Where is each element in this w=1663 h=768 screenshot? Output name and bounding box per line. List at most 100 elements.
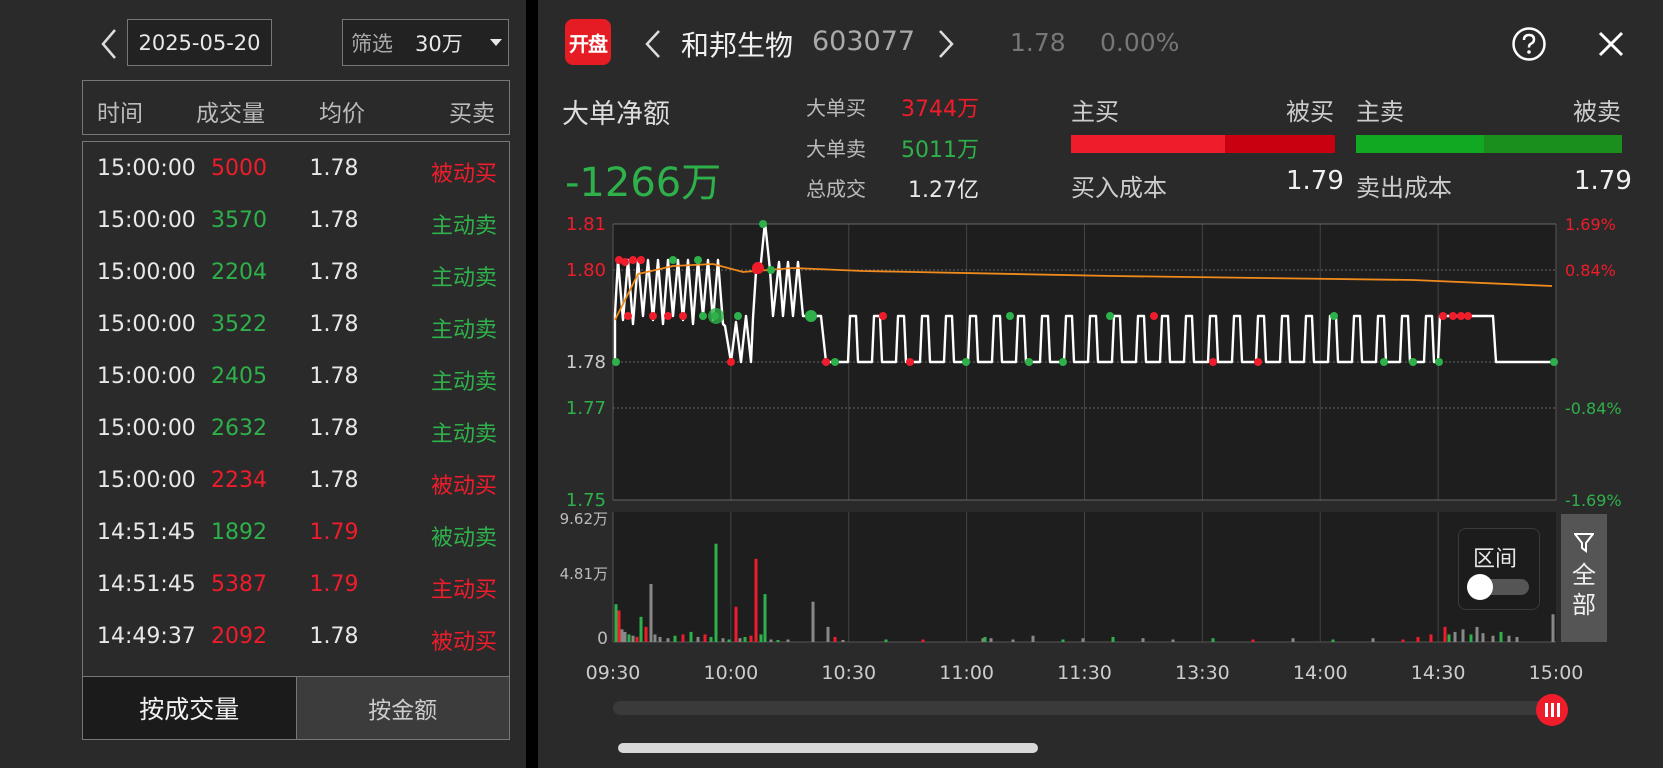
trade-time: 15:00:00	[97, 208, 196, 233]
price-axis-label: 1.77	[566, 398, 606, 419]
header-side: 买卖	[449, 101, 495, 127]
volume-bar	[1371, 638, 1375, 642]
caret-down-icon	[490, 39, 502, 46]
intraday-chart[interactable]: 1.81 1.69% 1.80 0.84% 1.78 1.77 -0.84% 1.75 -1.6…	[538, 205, 1663, 745]
trade-point	[1106, 312, 1114, 320]
trade-row[interactable]: 15:00:00 2632 1.78 主动卖	[83, 404, 511, 456]
trade-point-large	[752, 262, 764, 274]
trade-row[interactable]: 14:49:37 2092 1.78 被动买	[83, 612, 511, 664]
active-sell-label: 主卖	[1356, 98, 1404, 126]
sell-ratio-bar	[1356, 135, 1622, 153]
trade-list-panel: 2025-05-20 筛选 30万 时间 成交量 均价 买卖 15:00:00 5…	[0, 0, 526, 768]
volume-bar	[631, 635, 635, 642]
volume-bar	[623, 631, 627, 642]
big-sell-label: 大单卖	[806, 137, 866, 161]
trade-point	[699, 312, 707, 320]
time-axis-label: 11:00	[939, 662, 994, 684]
buy-cost-value: 1.79	[1286, 166, 1344, 196]
trade-side: 被动买	[430, 630, 497, 655]
volume-bar	[689, 631, 693, 642]
big-buy-value: 3744万	[901, 97, 979, 122]
volume-bar	[703, 634, 707, 642]
trade-volume: 2204	[211, 260, 267, 285]
time-slider-track[interactable]	[613, 701, 1558, 715]
trade-side: 被动卖	[430, 526, 497, 551]
volume-bar	[709, 636, 713, 642]
volume-bar	[983, 636, 987, 642]
all-filter-button[interactable]: 全部	[1561, 514, 1607, 642]
volume-bar	[1507, 635, 1511, 642]
trade-row[interactable]: 15:00:00 2405 1.78 主动卖	[83, 352, 511, 404]
volume-bar	[841, 640, 845, 642]
header-price: 均价	[319, 101, 365, 127]
filter-label: 筛选	[351, 31, 393, 56]
trade-point	[1025, 358, 1033, 366]
volume-bar	[786, 639, 790, 642]
trade-time: 14:51:45	[97, 520, 196, 545]
volume-bar	[763, 594, 767, 642]
trade-row[interactable]: 14:51:45 5387 1.79 主动买	[83, 560, 511, 612]
trade-point	[822, 358, 830, 366]
trade-side: 被动买	[430, 162, 497, 187]
prev-stock-icon[interactable]	[642, 28, 664, 60]
trade-side: 主动卖	[430, 422, 497, 447]
volume-bar	[681, 634, 685, 642]
help-icon[interactable]	[1511, 26, 1547, 62]
trade-row[interactable]: 15:00:00 2234 1.78 被动买	[83, 456, 511, 508]
trade-row[interactable]: 15:00:00 3522 1.78 主动卖	[83, 300, 511, 352]
trade-point	[1449, 312, 1457, 320]
time-axis-label: 10:30	[821, 662, 876, 684]
trade-row[interactable]: 15:00:00 2204 1.78 主动卖	[83, 248, 511, 300]
volume-bar	[1461, 629, 1465, 642]
volume-bar	[1031, 635, 1035, 642]
trade-price: 1.78	[309, 416, 359, 441]
trade-price: 1.78	[309, 312, 359, 337]
next-stock-icon[interactable]	[935, 28, 957, 60]
app-logo: 开盘	[565, 19, 611, 65]
time-slider-handle[interactable]	[1536, 694, 1568, 726]
range-toggle-box[interactable]: 区间	[1458, 528, 1540, 610]
volume-bar	[884, 639, 888, 642]
date-selector[interactable]: 2025-05-20	[127, 19, 272, 66]
range-label: 区间	[1473, 547, 1518, 572]
filter-dropdown[interactable]: 筛选 30万	[342, 19, 509, 66]
trade-point	[727, 358, 735, 366]
scroll-indicator	[618, 743, 1038, 753]
big-order-panel: 开盘 和邦生物 603077 1.78 0.00% 大单净额 -1266万 大单…	[538, 0, 1663, 768]
trade-time: 15:00:00	[97, 364, 196, 389]
tab-by-amount[interactable]: 按金额	[295, 677, 509, 739]
volume-bar	[1111, 636, 1115, 642]
volume-bar	[1291, 638, 1295, 642]
volume-bar	[620, 629, 624, 642]
passive-buy-label: 被买	[1286, 98, 1334, 126]
trade-price: 1.78	[309, 624, 359, 649]
volume-bar	[738, 638, 742, 642]
trade-time: 15:00:00	[97, 416, 196, 441]
volume-bar	[1211, 638, 1215, 642]
volume-bar	[666, 638, 670, 642]
trade-row[interactable]: 14:51:45 1892 1.79 被动卖	[83, 508, 511, 560]
trade-point	[1409, 358, 1417, 366]
big-buy-label: 大单买	[806, 96, 866, 120]
tab-by-volume[interactable]: 按成交量	[83, 677, 296, 739]
trade-side: 主动卖	[430, 266, 497, 291]
trade-point	[679, 312, 687, 320]
trade-price: 1.78	[309, 364, 359, 389]
volume-bar	[639, 616, 643, 642]
volume-bar	[1401, 639, 1405, 642]
volume-bar	[653, 634, 657, 642]
trade-time: 15:00:00	[97, 156, 196, 181]
trade-point	[637, 256, 645, 264]
back-arrow-icon[interactable]	[95, 26, 125, 62]
close-icon[interactable]	[1595, 28, 1627, 60]
volume-bar	[1081, 638, 1085, 642]
trade-row[interactable]: 15:00:00 3570 1.78 主动卖	[83, 196, 511, 248]
volume-bar	[754, 558, 758, 642]
trade-row[interactable]: 15:00:00 5000 1.78 被动买	[83, 144, 511, 196]
trade-list[interactable]: 15:00:00 5000 1.78 被动买 15:00:00 3570 1.78 主动卖 15…	[82, 141, 510, 676]
trade-point-large	[708, 308, 724, 324]
volume-bar	[644, 626, 648, 642]
volume-bar	[921, 639, 925, 642]
passive-sell-label: 被卖	[1573, 98, 1621, 126]
range-toggle[interactable]	[1467, 574, 1529, 600]
